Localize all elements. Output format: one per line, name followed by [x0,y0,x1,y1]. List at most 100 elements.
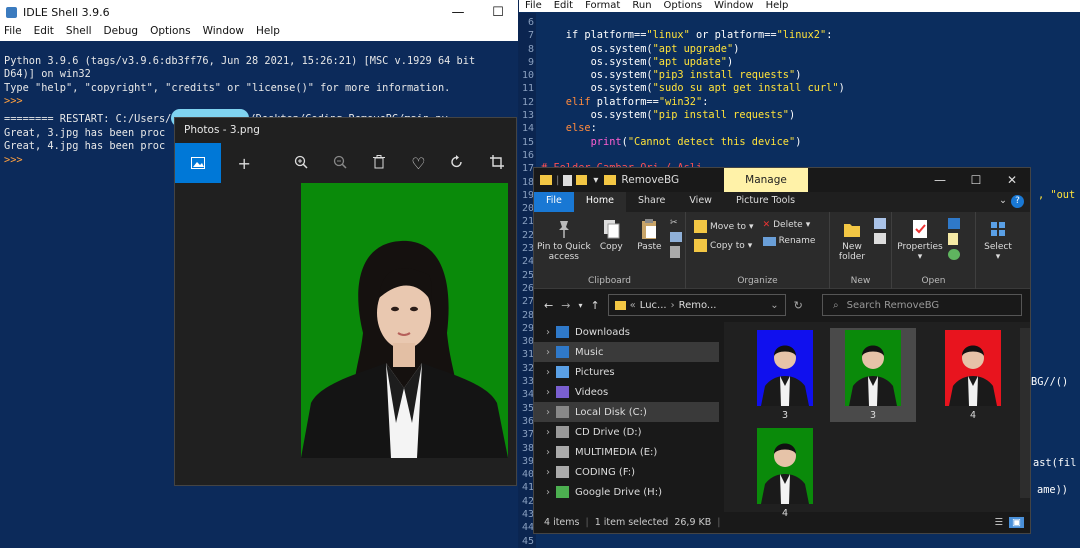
status-size: 26,9 KB [674,517,712,528]
properties-icon[interactable] [563,174,573,186]
menu-file[interactable]: File [525,0,542,12]
menu-file[interactable]: File [4,25,22,41]
nav-item[interactable]: › Local Disk (C:) [534,402,719,422]
chevron-right-icon[interactable]: › [546,487,550,498]
folder-icon [614,300,626,310]
copy-path-icon[interactable] [670,232,683,242]
file-explorer-window: | ▾ RemoveBG Manage — ☐ ✕ File Home Shar… [533,167,1031,534]
menu-options[interactable]: Options [150,25,191,41]
paste-shortcut-icon[interactable] [670,246,681,258]
chevron-right-icon[interactable]: › [546,447,550,458]
nav-item-label: Videos [575,386,609,398]
chevron-right-icon[interactable]: › [546,387,550,398]
history-icon[interactable] [948,249,960,260]
favorite-icon[interactable]: ♡ [399,154,438,173]
rotate-icon[interactable] [438,154,477,173]
menu-run[interactable]: Run [632,0,651,12]
menu-edit[interactable]: Edit [34,25,54,41]
menu-options[interactable]: Options [664,0,703,12]
close-button[interactable]: ✕ [994,173,1030,187]
menu-debug[interactable]: Debug [104,25,139,41]
maximize-button[interactable]: ☐ [478,5,518,20]
chevron-right-icon[interactable]: › [546,427,550,438]
minimize-button[interactable]: — [438,5,478,20]
menu-window[interactable]: Window [714,0,753,12]
code-line: os.system("apt upgrade") [541,42,740,55]
breadcrumb-removebg[interactable]: Remo... [679,300,717,311]
zoom-out-icon[interactable] [321,154,360,173]
cut-icon[interactable]: ✂ [670,218,682,228]
qat-dropdown-icon[interactable]: ▾ [593,175,598,186]
file-thumbnail[interactable]: 3 [830,328,916,422]
select-dropdown-icon[interactable]: ▾ [996,252,1001,262]
forward-arrow-icon[interactable]: → [561,299,570,312]
copy-to-button[interactable]: Copy to ▾ [694,239,754,252]
nav-item[interactable]: › Music [534,342,719,362]
nav-item[interactable]: › CD Drive (D:) [534,422,719,442]
file-thumbnail[interactable]: 4 [930,328,1016,422]
select-button[interactable]: Select ▾ [979,216,1017,289]
ribbon-collapse-icon[interactable]: ⌄ [995,192,1011,212]
delete-button[interactable]: ✕ Delete ▾ [763,220,816,230]
menu-format[interactable]: Format [585,0,620,12]
tab-picture-tools[interactable]: Picture Tools [724,192,807,212]
breadcrumb-user[interactable]: Luc... [640,300,667,311]
new-folder-icon[interactable] [576,175,588,185]
nav-item[interactable]: › Pictures [534,362,719,382]
content-scrollbar[interactable] [1020,328,1030,498]
new-item-icon[interactable] [874,218,886,229]
refresh-icon[interactable]: ↻ [794,299,803,312]
file-thumbnail[interactable]: 3 [742,328,828,422]
nav-item[interactable]: › MULTIMEDIA (E:) [534,442,719,462]
idle-titlebar[interactable]: IDLE Shell 3.9.6 — ☐ [0,0,518,25]
line-number: 32 [521,362,534,374]
menu-window[interactable]: Window [203,25,244,41]
chevron-right-icon[interactable]: › [546,467,550,478]
explorer-titlebar[interactable]: | ▾ RemoveBG Manage — ☐ ✕ [534,168,1030,192]
properties-dropdown-icon[interactable]: ▾ [918,252,923,262]
crop-icon[interactable] [477,154,516,173]
help-icon[interactable]: ? [1011,195,1024,208]
edit-icon[interactable] [948,233,958,245]
maximize-button[interactable]: ☐ [958,173,994,187]
photos-title: Photos - 3.png [184,124,260,136]
recent-dropdown-icon[interactable]: ▾ [578,301,582,310]
file-thumbnail[interactable]: 4 [742,426,828,520]
delete-icon[interactable] [360,154,399,173]
nav-item[interactable]: › Downloads [534,322,719,342]
up-arrow-icon[interactable]: ↑ [590,299,599,312]
address-dropdown-icon[interactable]: ⌄ [770,300,778,311]
menu-edit[interactable]: Edit [554,0,573,12]
menu-help[interactable]: Help [766,0,789,12]
tab-file[interactable]: File [534,192,574,212]
nav-item[interactable]: › Videos [534,382,719,402]
line-number: 40 [521,469,534,481]
zoom-in-icon[interactable] [282,154,321,173]
nav-item[interactable]: › Google Drive (H:) [534,482,719,502]
address-bar[interactable]: « Luc... › Remo... ⌄ [607,294,786,316]
manage-context-tab[interactable]: Manage [724,168,808,192]
menu-help[interactable]: Help [256,25,280,41]
tab-home[interactable]: Home [573,192,626,212]
nav-item-icon [556,446,569,458]
back-arrow-icon[interactable]: ← [544,299,553,312]
details-view-icon[interactable]: ☰ [994,517,1003,528]
chevron-right-icon[interactable]: › [546,407,550,418]
menu-shell[interactable]: Shell [66,25,92,41]
easy-access-icon[interactable] [874,233,886,244]
add-button[interactable]: + [225,154,264,173]
chevron-right-icon[interactable]: › [546,367,550,378]
nav-item[interactable]: › CODING (F:) [534,462,719,482]
chevron-right-icon[interactable]: › [546,327,550,338]
open-icon[interactable] [948,218,960,229]
move-to-button[interactable]: Move to ▾ [694,220,754,233]
search-box[interactable]: ⌕ Search RemoveBG [822,294,1022,316]
line-number: 9 [527,56,534,68]
large-icons-view-icon[interactable]: ▣ [1009,517,1024,528]
rename-button[interactable]: Rename [762,236,815,246]
chevron-right-icon[interactable]: › [546,347,550,358]
see-all-photos-button[interactable] [175,143,221,183]
tab-view[interactable]: View [677,192,724,212]
tab-share[interactable]: Share [626,192,677,212]
minimize-button[interactable]: — [922,173,958,187]
